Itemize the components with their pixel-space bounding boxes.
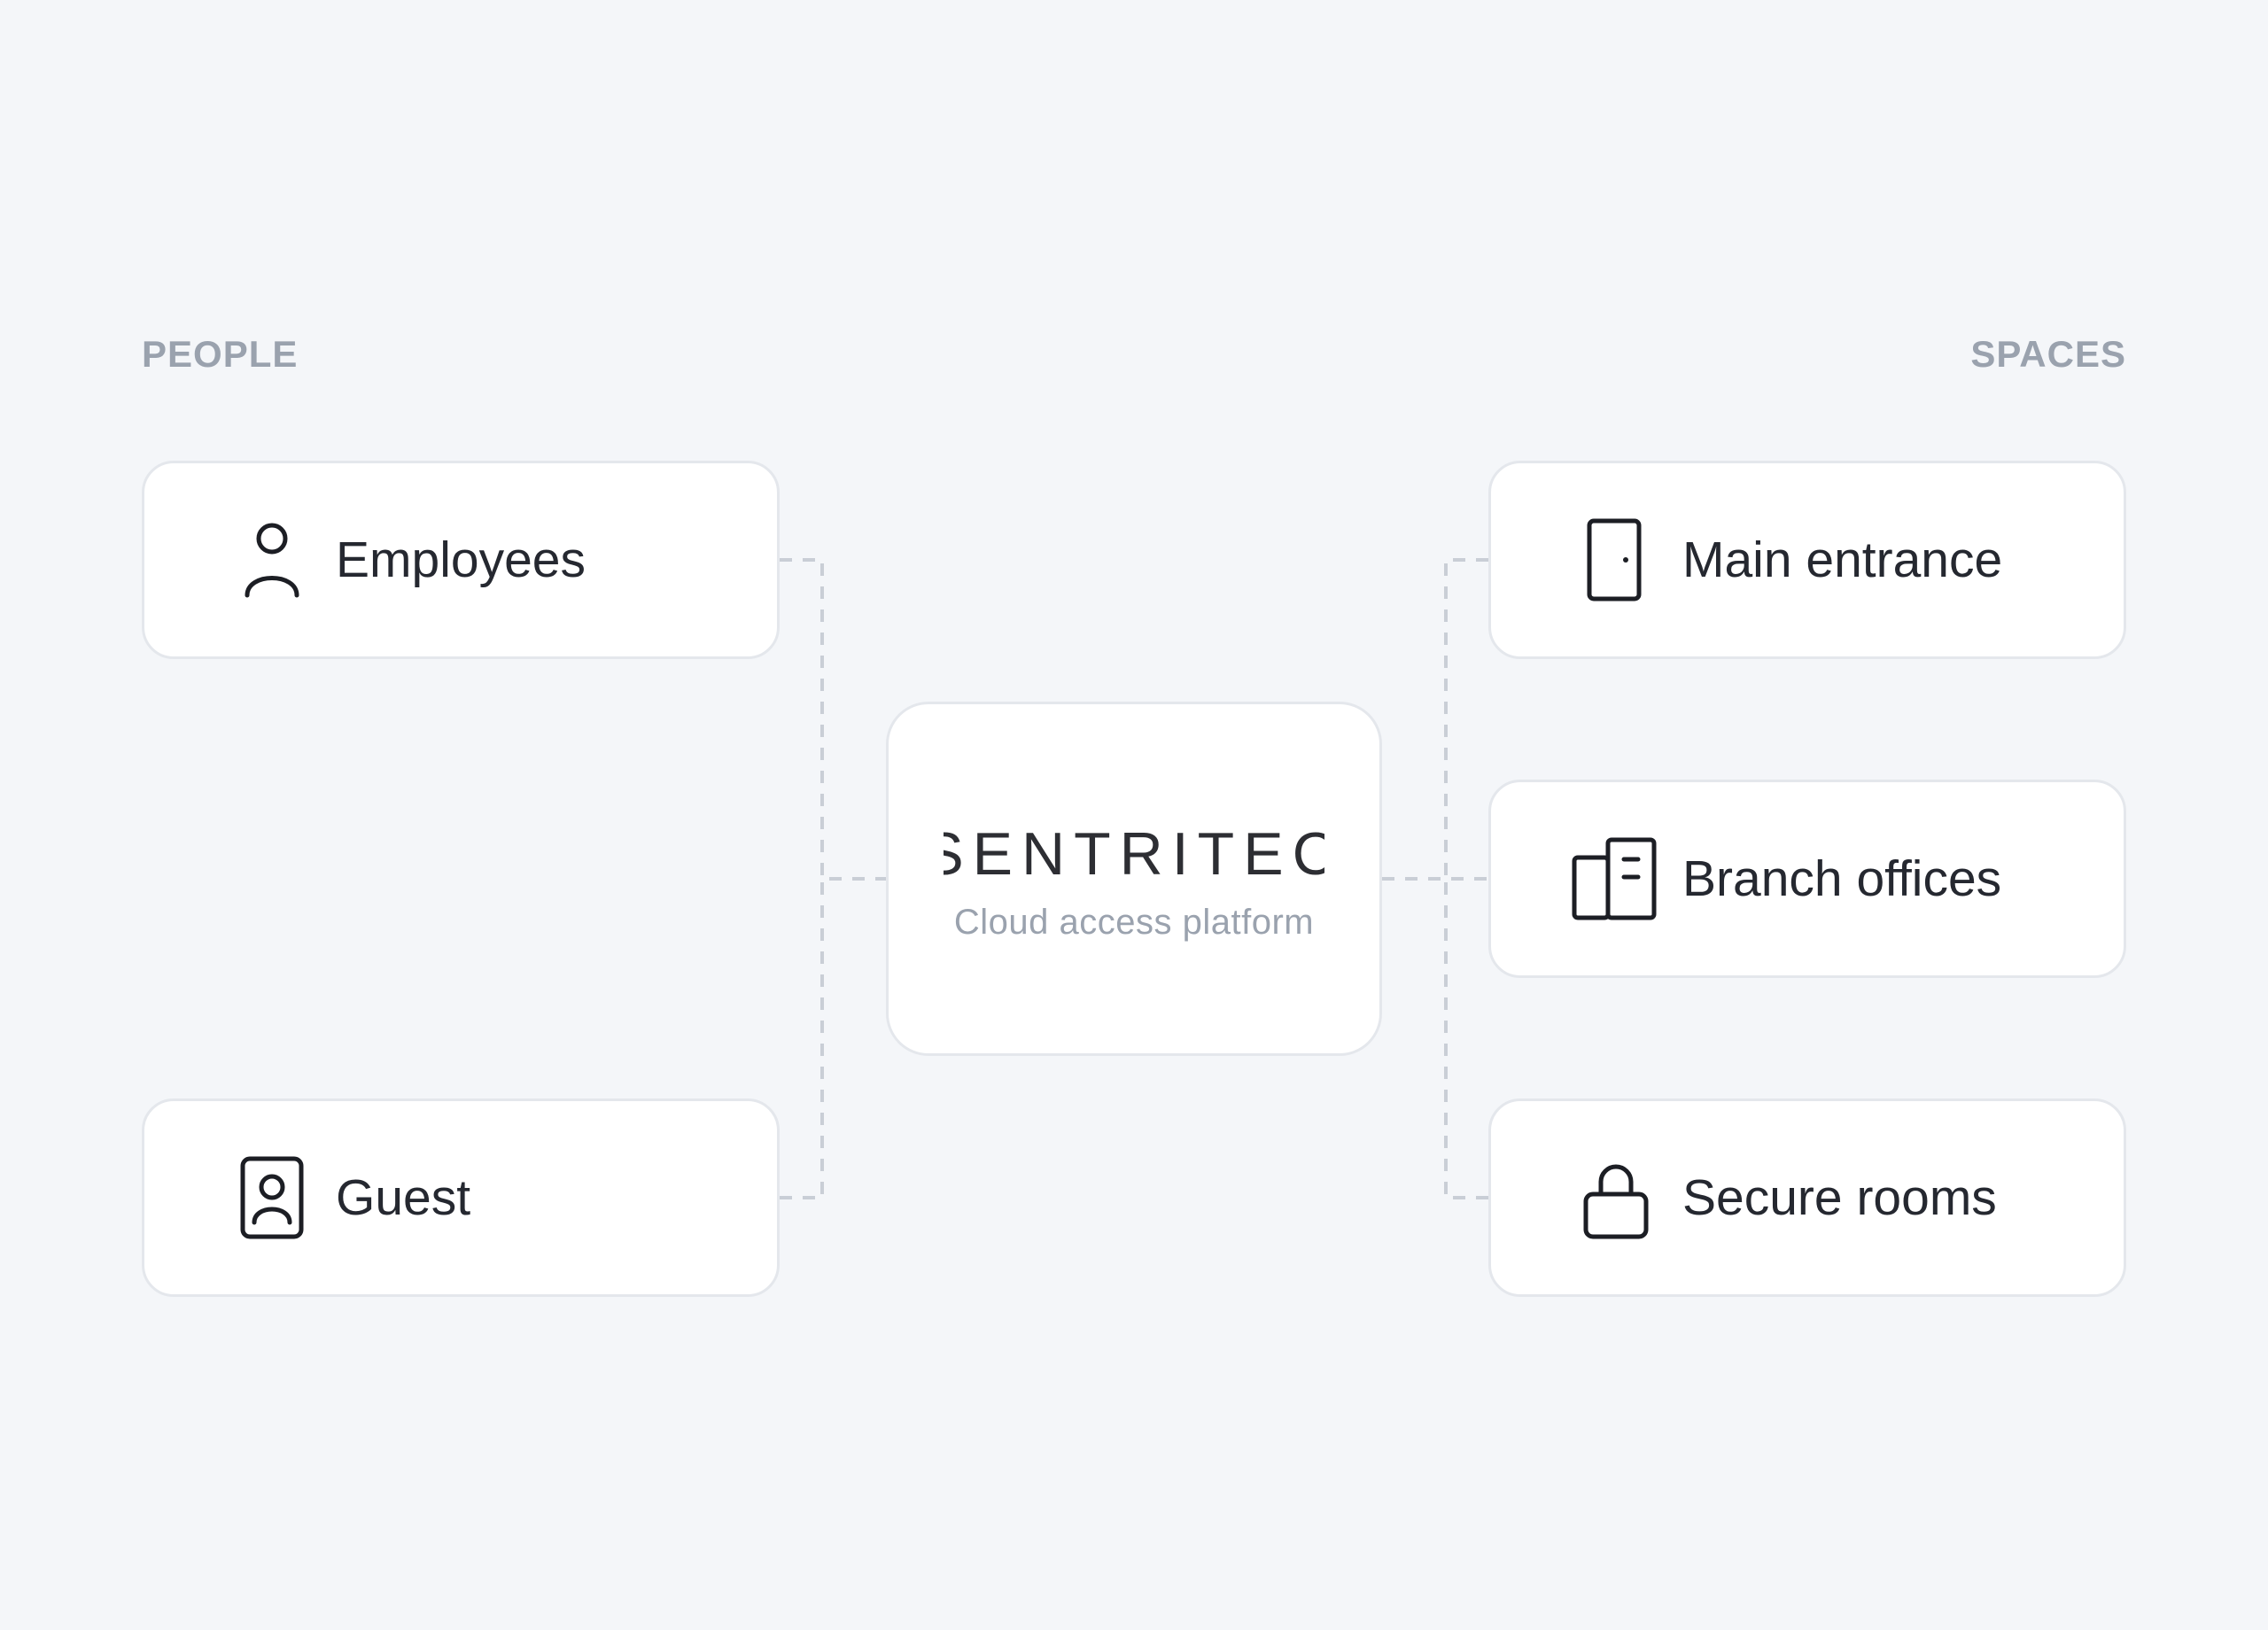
platform-hub[interactable]: SENTRITEC Cloud access platform <box>886 702 1382 1056</box>
secure-rooms-node[interactable]: Secure rooms <box>1488 1098 2126 1297</box>
door-icon <box>1569 514 1661 606</box>
secure-rooms-label: Secure rooms <box>1682 1169 1997 1226</box>
lock-icon <box>1569 1152 1661 1244</box>
connector-employees <box>780 558 886 881</box>
id-badge-icon <box>226 1152 318 1244</box>
brand-logo: SENTRITEC <box>889 825 1379 885</box>
main-entrance-node[interactable]: Main entrance <box>1488 461 2126 659</box>
platform-tagline: Cloud access platform <box>953 903 1315 942</box>
spaces-heading: SPACES <box>1970 333 2126 375</box>
guest-label: Guest <box>336 1169 471 1226</box>
connector-secure-rooms <box>1444 879 1488 1199</box>
brand-name: SENTRITEC <box>944 825 1324 885</box>
branch-offices-label: Branch offices <box>1682 850 2002 907</box>
access-diagram: PEOPLE SPACES Employees Guest SENTRITEC <box>0 0 2268 1630</box>
branch-offices-node[interactable]: Branch offices <box>1488 780 2126 978</box>
buildings-icon <box>1569 833 1661 925</box>
connector-guest <box>780 879 824 1199</box>
person-icon <box>226 514 318 606</box>
employees-node[interactable]: Employees <box>142 461 780 659</box>
people-heading: PEOPLE <box>142 333 299 375</box>
sentritec-wordmark: SENTRITEC <box>944 825 1324 885</box>
employees-label: Employees <box>336 532 586 588</box>
main-entrance-label: Main entrance <box>1682 532 2003 588</box>
connector-main-entrance <box>1444 558 1488 879</box>
guest-node[interactable]: Guest <box>142 1098 780 1297</box>
